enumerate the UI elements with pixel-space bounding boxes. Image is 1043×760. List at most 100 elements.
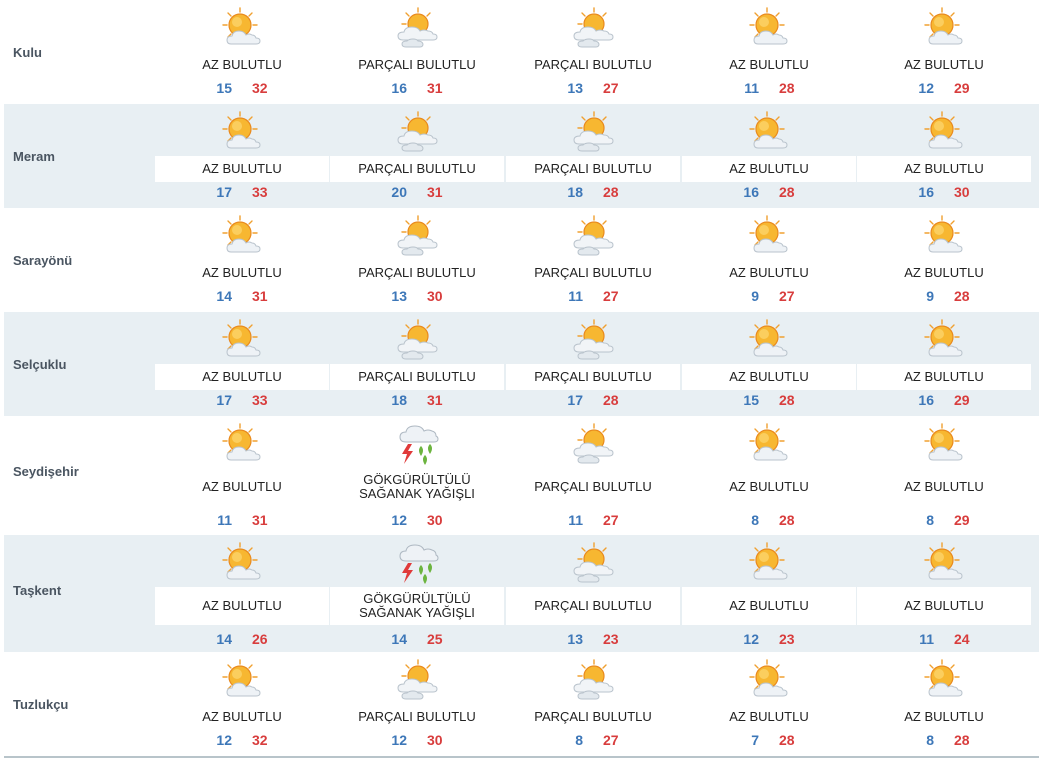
min-temp: 18	[391, 392, 407, 408]
day-forecast-cell: AZ BULUTLU 16 30	[857, 104, 1031, 206]
temperature-range: 15 28	[682, 392, 856, 408]
district-name: Selçuklu	[13, 356, 67, 372]
condition-text: AZ BULUTLU	[729, 369, 809, 384]
day-forecast-cell: PARÇALI BULUTLU 13 30	[330, 208, 504, 310]
day-forecast-cell: AZ BULUTLU 11 28	[682, 0, 856, 102]
sun-cloud-icon	[921, 214, 967, 258]
day-forecast-cell: AZ BULUTLU 8 28	[857, 652, 1031, 756]
condition-band: PARÇALI BULUTLU	[330, 52, 504, 78]
temperature-range: 14 26	[155, 631, 329, 647]
condition-text: AZ BULUTLU	[729, 161, 809, 176]
condition-text: AZ BULUTLU	[729, 57, 809, 72]
min-temp: 12	[391, 732, 407, 748]
day-forecast-cell: AZ BULUTLU 16 28	[682, 104, 856, 206]
max-temp: 30	[954, 184, 970, 200]
sun-cloud-icon	[921, 318, 967, 362]
temperature-range: 12 32	[155, 732, 329, 748]
condition-text: AZ BULUTLU	[202, 265, 282, 280]
day-forecast-cell: AZ BULUTLU 12 23	[682, 535, 856, 650]
temperature-range: 12 29	[857, 80, 1031, 96]
condition-band: PARÇALI BULUTLU	[506, 468, 680, 506]
temperature-range: 12 30	[330, 512, 504, 528]
condition-band: AZ BULUTLU	[155, 468, 329, 506]
min-temp: 17	[567, 392, 583, 408]
condition-text: AZ BULUTLU	[904, 709, 984, 724]
condition-text: PARÇALI BULUTLU	[534, 161, 652, 176]
max-temp: 28	[779, 732, 795, 748]
condition-band: PARÇALI BULUTLU	[330, 704, 504, 730]
day-forecast-cell: AZ BULUTLU 17 33	[155, 104, 329, 206]
day-forecast-cell: PARÇALI BULUTLU 8 27	[506, 652, 680, 756]
sun-cloud-icon	[219, 214, 265, 258]
condition-band: AZ BULUTLU	[155, 364, 329, 390]
min-temp: 8	[926, 512, 934, 528]
condition-band: AZ BULUTLU	[857, 468, 1031, 506]
district-row: Sarayönü AZ BULUTLU 14 31 PARÇALI BULUTLU 1…	[4, 208, 1039, 312]
temperature-range: 13 30	[330, 288, 504, 304]
max-temp: 29	[954, 512, 970, 528]
condition-text: PARÇALI BULUTLU	[358, 369, 476, 384]
min-temp: 8	[751, 512, 759, 528]
condition-band: AZ BULUTLU	[682, 52, 856, 78]
condition-band: PARÇALI BULUTLU	[330, 260, 504, 286]
max-temp: 33	[252, 392, 268, 408]
min-temp: 15	[216, 80, 232, 96]
min-temp: 13	[391, 288, 407, 304]
temperature-range: 14 31	[155, 288, 329, 304]
condition-text: GÖKGÜRÜLTÜLÜ SAĞANAK YAĞIŞLI	[359, 472, 475, 501]
sun-cloud-icon	[746, 214, 792, 258]
partly-cloudy-icon	[570, 422, 616, 466]
min-temp: 9	[751, 288, 759, 304]
condition-band: AZ BULUTLU	[155, 260, 329, 286]
day-forecast-cell: AZ BULUTLU 17 33	[155, 312, 329, 414]
temperature-range: 17 28	[506, 392, 680, 408]
temperature-range: 18 28	[506, 184, 680, 200]
temperature-range: 11 31	[155, 512, 329, 528]
condition-text: AZ BULUTLU	[904, 598, 984, 613]
max-temp: 33	[252, 184, 268, 200]
max-temp: 26	[252, 631, 268, 647]
temperature-range: 17 33	[155, 184, 329, 200]
condition-band: PARÇALI BULUTLU	[330, 364, 504, 390]
temperature-range: 7 28	[682, 732, 856, 748]
condition-band: AZ BULUTLU	[857, 364, 1031, 390]
max-temp: 30	[427, 512, 443, 528]
max-temp: 23	[779, 631, 795, 647]
condition-band: PARÇALI BULUTLU	[506, 704, 680, 730]
min-temp: 15	[743, 392, 759, 408]
condition-text: PARÇALI BULUTLU	[534, 709, 652, 724]
day-forecast-cell: GÖKGÜRÜLTÜLÜ SAĞANAK YAĞIŞLI 14 25	[330, 535, 504, 650]
condition-text: AZ BULUTLU	[202, 709, 282, 724]
max-temp: 27	[779, 288, 795, 304]
min-temp: 18	[567, 184, 583, 200]
max-temp: 28	[954, 732, 970, 748]
condition-text: AZ BULUTLU	[729, 598, 809, 613]
min-temp: 13	[567, 80, 583, 96]
condition-text: AZ BULUTLU	[729, 265, 809, 280]
sun-cloud-icon	[746, 318, 792, 362]
temperature-range: 12 23	[682, 631, 856, 647]
day-forecast-cell: AZ BULUTLU 15 32	[155, 0, 329, 102]
condition-text: GÖKGÜRÜLTÜLÜ SAĞANAK YAĞIŞLI	[359, 591, 475, 620]
condition-band: AZ BULUTLU	[857, 704, 1031, 730]
temperature-range: 16 29	[857, 392, 1031, 408]
partly-cloudy-icon	[570, 6, 616, 50]
condition-band: AZ BULUTLU	[155, 52, 329, 78]
condition-text: PARÇALI BULUTLU	[534, 479, 652, 494]
sun-cloud-icon	[219, 541, 265, 585]
condition-band: AZ BULUTLU	[857, 260, 1031, 286]
condition-band: AZ BULUTLU	[682, 156, 856, 182]
sun-cloud-icon	[921, 658, 967, 702]
max-temp: 27	[603, 512, 619, 528]
partly-cloudy-icon	[570, 658, 616, 702]
temperature-range: 9 28	[857, 288, 1031, 304]
district-row: Tuzlukçu AZ BULUTLU 12 32 PARÇALI BULUTLU 1…	[4, 652, 1039, 758]
day-forecast-cell: GÖKGÜRÜLTÜLÜ SAĞANAK YAĞIŞLI 12 30	[330, 416, 504, 533]
min-temp: 16	[918, 184, 934, 200]
min-temp: 14	[391, 631, 407, 647]
forecast-table: Kulu AZ BULUTLU 15 32 PARÇALI BULUTLU 16 31 P…	[0, 0, 1043, 760]
condition-text: PARÇALI BULUTLU	[358, 265, 476, 280]
partly-cloudy-icon	[570, 541, 616, 585]
day-forecast-cell: AZ BULUTLU 8 28	[682, 416, 856, 533]
max-temp: 29	[954, 392, 970, 408]
